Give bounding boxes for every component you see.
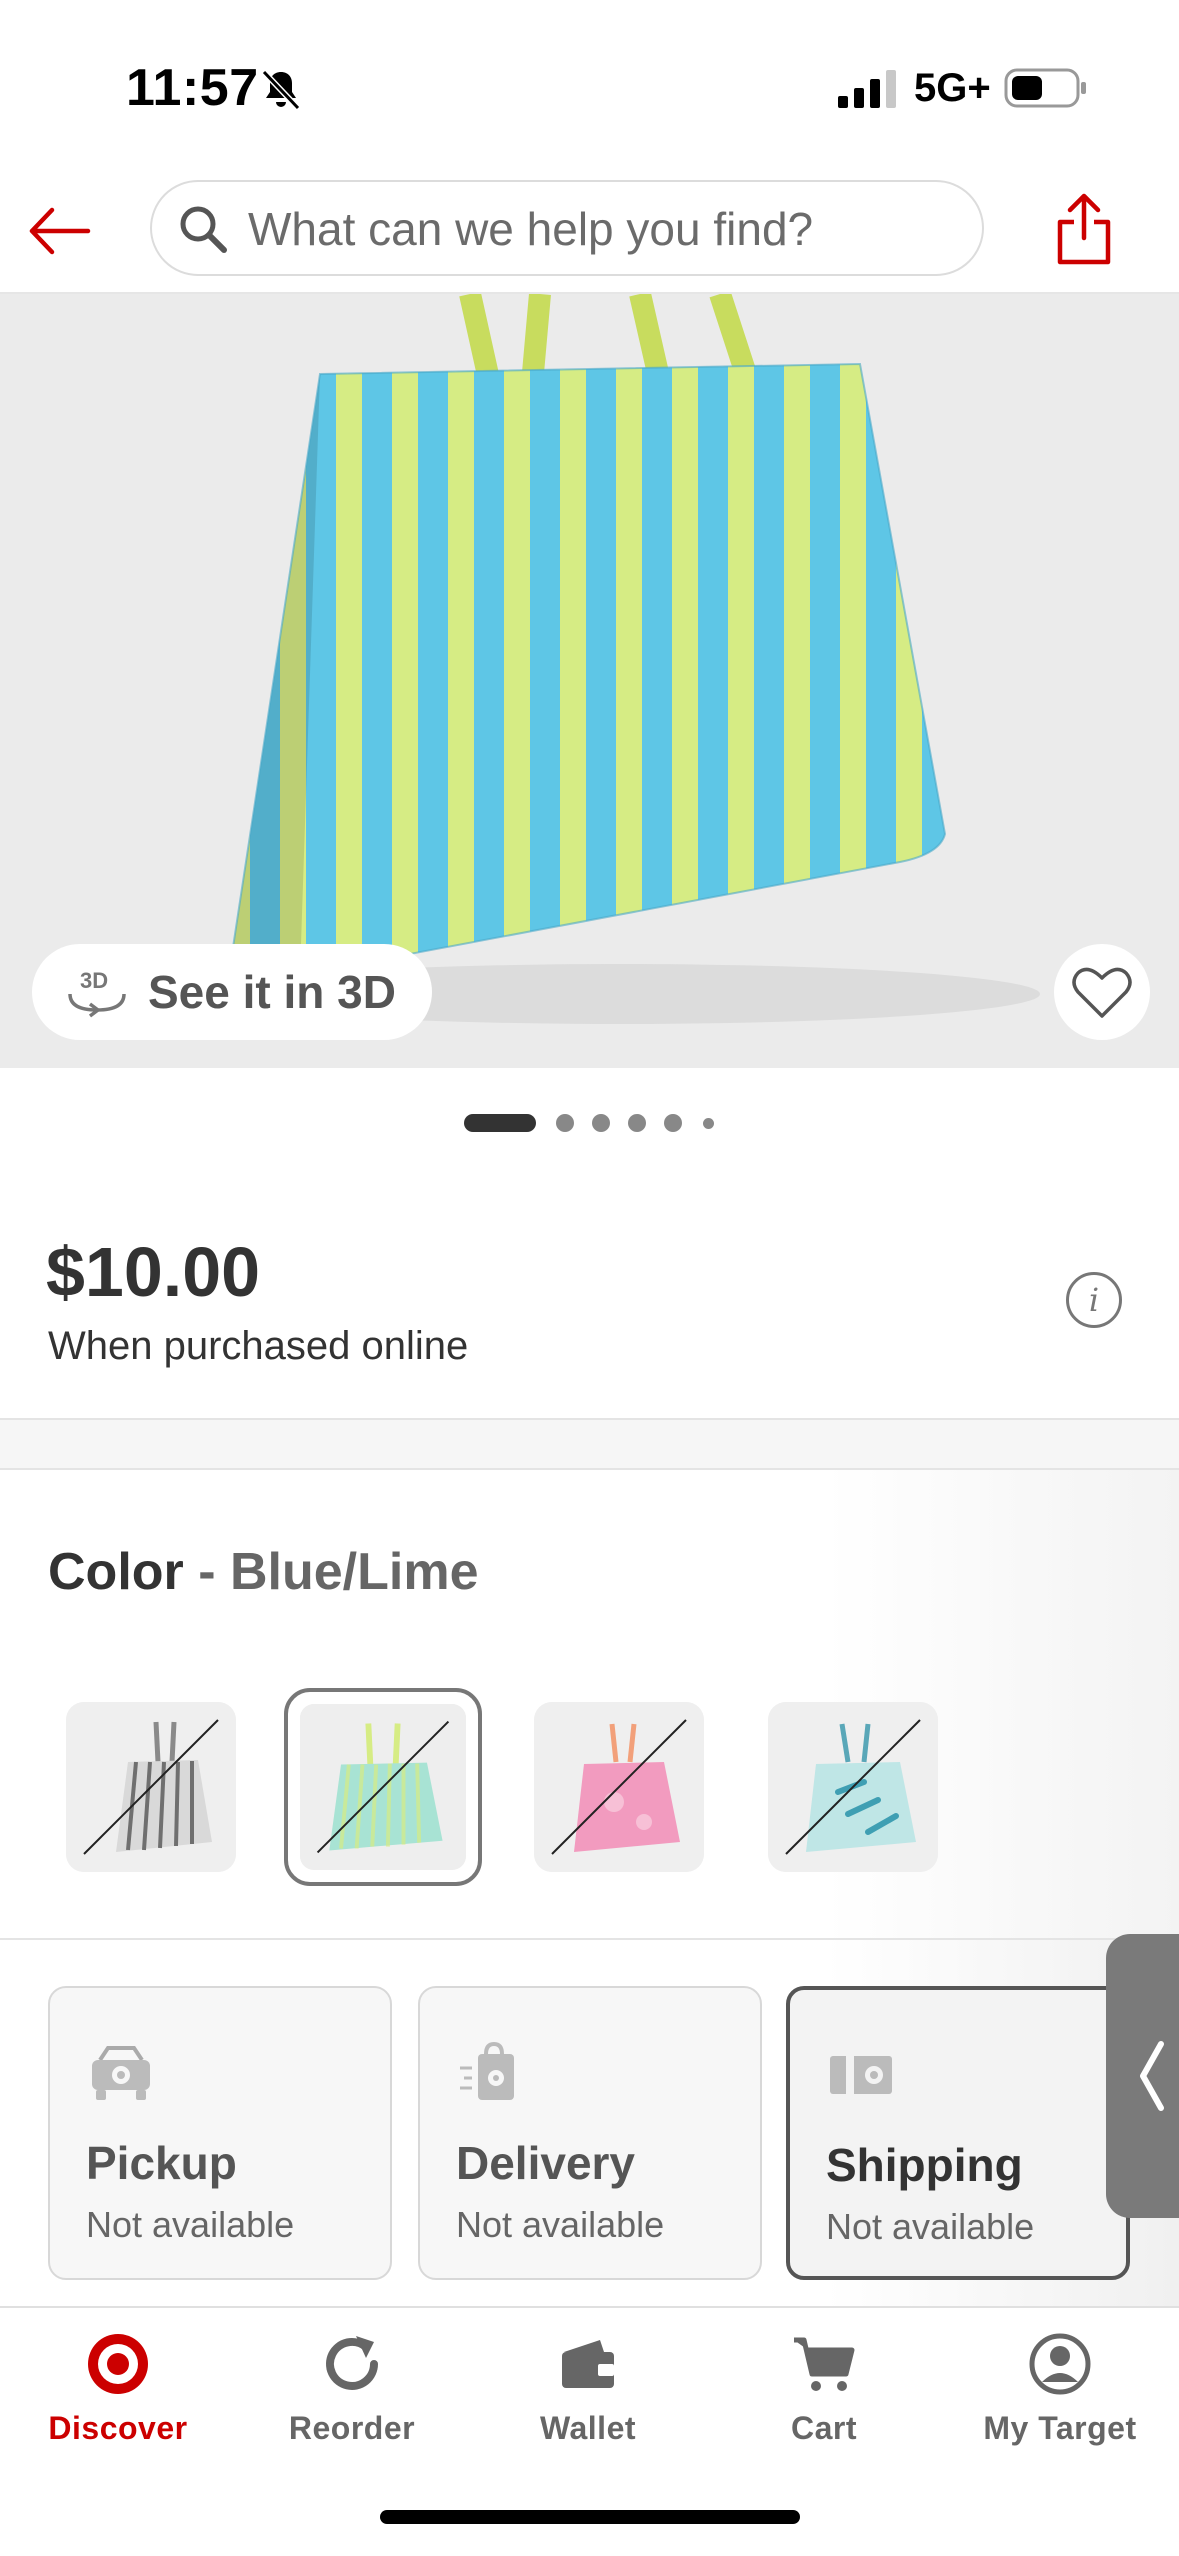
nav-discover-label: Discover [48, 2410, 188, 2446]
nav-wallet[interactable]: Wallet [488, 2328, 688, 2478]
pager-dot[interactable] [556, 1114, 574, 1132]
pager-dot-active[interactable] [464, 1114, 536, 1132]
cart-icon [794, 2337, 855, 2391]
pager-dot[interactable] [628, 1114, 646, 1132]
color-separator: - [183, 1543, 230, 1601]
svg-text:3D: 3D [80, 968, 108, 993]
pager-dot[interactable] [664, 1114, 682, 1132]
nav-wallet-label: Wallet [539, 2410, 637, 2446]
nav-cart[interactable]: Cart [724, 2328, 924, 2478]
share-icon [1057, 193, 1111, 265]
see-in-3d-label: See it in 3D [148, 966, 396, 1018]
bell-slash-icon [261, 69, 301, 111]
reorder-icon [326, 2336, 378, 2390]
delivery-option[interactable]: Delivery Not available [418, 1986, 762, 2280]
shipping-box-icon [830, 2056, 892, 2094]
nav-cart-label: Cart [790, 2410, 857, 2446]
product-image-carousel[interactable]: 3D See it in 3D [0, 294, 1179, 1068]
back-arrow-icon [29, 207, 91, 255]
swatch-image [300, 1704, 466, 1870]
car-icon [92, 2046, 150, 2100]
nav-discover[interactable]: Discover [18, 2328, 218, 2478]
favorite-button[interactable] [1054, 944, 1150, 1040]
shipping-option[interactable]: Shipping Not available [786, 1986, 1130, 2280]
3d-rotate-icon: 3D [68, 968, 126, 1018]
swatch-pink[interactable] [534, 1702, 704, 1872]
image-pager[interactable] [0, 1106, 1179, 1138]
battery-icon [1004, 68, 1086, 108]
swatch-teal-palm[interactable] [768, 1702, 938, 1872]
search-box[interactable] [150, 180, 984, 276]
status-time: 11:57 [126, 59, 259, 117]
account-icon [1029, 2333, 1091, 2395]
swatch-gray-stripe[interactable] [66, 1702, 236, 1872]
side-drawer-tab[interactable] [1106, 1934, 1179, 2218]
color-value: Blue/Lime [229, 1543, 479, 1601]
nav-reorder[interactable]: Reorder [252, 2328, 452, 2478]
nav-my-target-label: My Target [983, 2410, 1137, 2446]
fulfillment-section: Pickup Not available Delivery Not availa… [0, 1938, 1179, 2308]
see-in-3d-button[interactable]: 3D See it in 3D [32, 944, 432, 1040]
pickup-status: Not available [86, 2204, 295, 2245]
network-label: 5G+ [914, 66, 991, 110]
home-indicator [380, 2510, 800, 2524]
pager-dot[interactable] [703, 1118, 714, 1129]
nav-my-target[interactable]: My Target [960, 2328, 1160, 2478]
status-bar: 11:57 5G+ [0, 0, 1179, 170]
top-header [0, 170, 1179, 294]
pager-dot[interactable] [592, 1114, 610, 1132]
shipping-status: Not available [826, 2206, 1035, 2247]
chevron-left-icon [1140, 2041, 1164, 2111]
signal-icon [838, 70, 896, 108]
swatch-image [768, 1702, 938, 1872]
heart-icon [1072, 967, 1132, 1018]
pickup-option[interactable]: Pickup Not available [48, 1986, 392, 2280]
swatch-image [66, 1702, 236, 1872]
nav-reorder-label: Reorder [288, 2410, 416, 2446]
info-icon: i [1088, 1281, 1100, 1319]
share-button[interactable] [1044, 184, 1124, 274]
color-heading: Color - Blue/Lime [48, 1542, 478, 1602]
color-section: Color - Blue/Lime [0, 1470, 1179, 1940]
delivery-status: Not available [456, 2204, 665, 2245]
delivery-bag-icon [460, 2041, 514, 2100]
search-input[interactable] [248, 190, 948, 268]
back-button[interactable] [20, 192, 98, 270]
swatch-blue-lime[interactable] [284, 1688, 482, 1886]
price-note: When purchased online [48, 1324, 469, 1368]
target-logo-icon [88, 2334, 148, 2394]
price-amount: $10.00 [46, 1233, 261, 1311]
delivery-title: Delivery [456, 2137, 636, 2189]
wallet-icon [562, 2340, 614, 2388]
price-info-button[interactable]: i [1066, 1272, 1122, 1328]
section-divider [0, 1418, 1179, 1470]
shipping-title: Shipping [826, 2139, 1023, 2191]
color-label: Color [48, 1543, 184, 1601]
swatch-image [534, 1702, 704, 1872]
pickup-title: Pickup [86, 2137, 237, 2189]
search-icon [180, 206, 227, 253]
